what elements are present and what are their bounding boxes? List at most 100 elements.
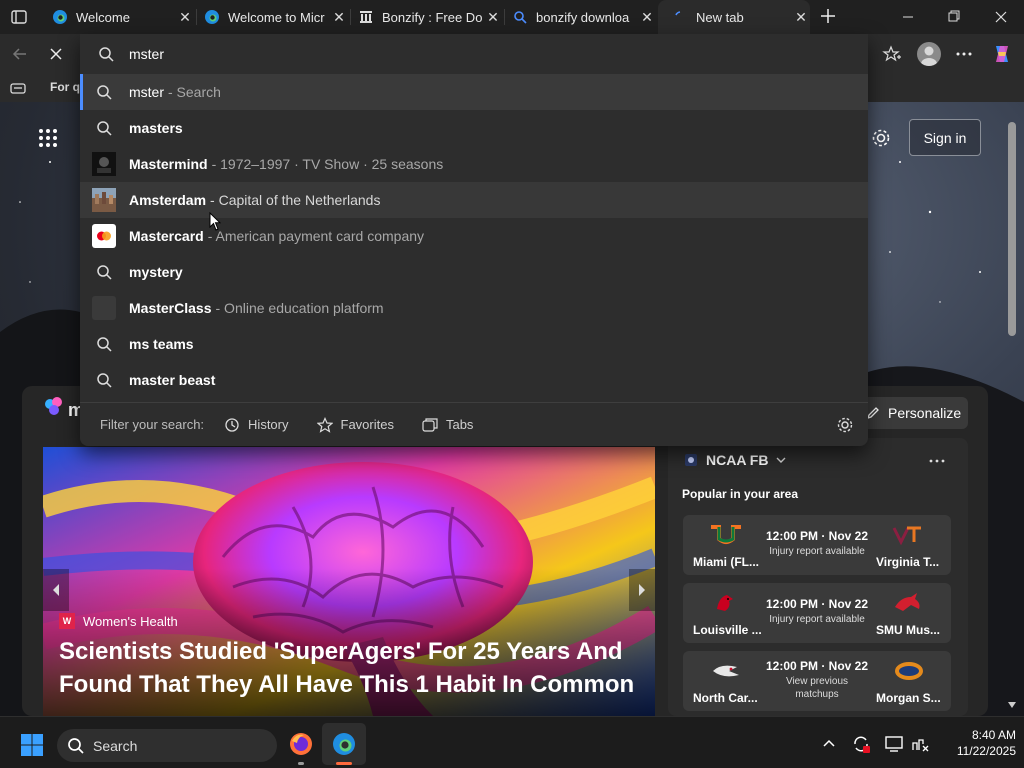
filter-tabs-label: Tabs xyxy=(445,417,474,432)
mouse-cursor-icon xyxy=(209,212,221,232)
edge-active-indicator xyxy=(336,762,352,765)
profile-avatar[interactable] xyxy=(917,42,941,66)
sports-more-icon[interactable] xyxy=(928,456,946,466)
hero-article[interactable]: W Women's Health Scientists Studied 'Sup… xyxy=(43,447,655,716)
suggestion-item[interactable]: masters xyxy=(80,110,868,146)
suggestion-sub: - Search xyxy=(168,84,221,100)
apps-launcher-icon[interactable] xyxy=(38,128,58,148)
league-header[interactable]: NCAA FB xyxy=(684,452,786,468)
suggestion-item[interactable]: mystery xyxy=(80,254,868,290)
womens-health-logo: W xyxy=(59,613,75,629)
taskbar-search-label: Search xyxy=(93,737,138,754)
page-settings-icon[interactable] xyxy=(870,127,892,149)
tab-strip: Welcome ✕ Welcome to Micr ✕ Bonzify : Fr… xyxy=(0,0,1024,34)
sign-in-button[interactable]: Sign in xyxy=(909,119,981,156)
filter-favorites[interactable]: Favorites xyxy=(316,416,394,433)
tab-bonzify-download[interactable]: bonzify downloa ✕ xyxy=(506,0,656,34)
favorites-bar-item[interactable]: For q xyxy=(50,80,80,94)
tab-welcome[interactable]: Welcome ✕ xyxy=(44,0,194,34)
tab-new-tab[interactable]: New tab ✕ xyxy=(658,0,810,34)
search-icon xyxy=(67,737,85,755)
taskbar-search-box[interactable]: Search xyxy=(57,729,277,762)
morgan-state-logo xyxy=(893,659,925,683)
copilot-icon[interactable] xyxy=(990,42,1014,66)
home-team: Louisville ... xyxy=(693,623,762,637)
carousel-prev-button[interactable] xyxy=(43,569,69,611)
away-team: Morgan S... xyxy=(876,691,941,705)
close-tab-icon[interactable]: ✕ xyxy=(638,8,656,26)
filter-history[interactable]: History xyxy=(224,417,289,433)
page-scrollbar[interactable] xyxy=(1008,122,1016,336)
close-tab-icon[interactable]: ✕ xyxy=(330,8,348,26)
amsterdam-thumbnail xyxy=(92,188,116,212)
mastermind-thumbnail xyxy=(92,152,116,176)
close-tab-icon[interactable]: ✕ xyxy=(176,8,194,26)
back-icon[interactable] xyxy=(10,44,30,64)
hero-headline[interactable]: Scientists Studied 'SuperAgers' For 25 Y… xyxy=(59,635,639,701)
game-time: 12:00 PM · Nov 22 xyxy=(765,659,869,673)
suggestion-item[interactable]: Mastermind - 1972–1997 · TV Show · 25 se… xyxy=(80,146,868,182)
suggestion-item[interactable]: master beast xyxy=(80,362,868,398)
suggestion-item[interactable]: Mastercard - American payment card compa… xyxy=(80,218,868,254)
football-icon xyxy=(684,453,698,467)
suggestion-item[interactable]: ms teams xyxy=(80,326,868,362)
game-time: 12:00 PM · Nov 22 xyxy=(765,529,869,543)
virginia-tech-logo xyxy=(891,525,925,545)
address-bar[interactable]: mster xyxy=(80,34,868,74)
search-icon xyxy=(92,260,116,284)
masterclass-thumbnail xyxy=(92,296,116,320)
favorites-star-icon[interactable] xyxy=(882,44,902,64)
filter-tabs[interactable]: Tabs xyxy=(422,417,473,433)
restore-button[interactable] xyxy=(942,8,966,26)
tablet-icon[interactable] xyxy=(10,80,26,96)
suggestion-item[interactable]: Amsterdam - Capital of the Netherlands xyxy=(80,182,868,218)
louisville-logo xyxy=(713,591,739,615)
home-team: North Car... xyxy=(693,691,758,705)
north-carolina-logo xyxy=(711,661,741,681)
suggestion-main: mster xyxy=(129,84,164,100)
stop-loading-icon[interactable] xyxy=(46,44,66,64)
scroll-down-icon[interactable] xyxy=(1006,700,1018,710)
tab-title: Welcome xyxy=(76,9,130,25)
tab-bonzify-free[interactable]: Bonzify : Free Do ✕ xyxy=(352,0,502,34)
search-icon xyxy=(92,116,116,140)
suggestion-main: mystery xyxy=(129,264,183,280)
show-hidden-icons-chevron[interactable] xyxy=(822,738,836,748)
start-button[interactable] xyxy=(20,733,44,757)
more-options-icon[interactable] xyxy=(954,44,974,64)
firefox-icon[interactable] xyxy=(288,731,314,757)
suggestion-main: masters xyxy=(129,120,183,136)
address-input[interactable]: mster xyxy=(129,46,164,62)
close-window-button[interactable] xyxy=(989,8,1013,26)
new-tab-button[interactable] xyxy=(818,6,838,26)
close-tab-icon[interactable]: ✕ xyxy=(792,8,810,26)
suggestion-main: ms teams xyxy=(129,336,194,352)
personalize-button[interactable]: Personalize xyxy=(858,397,968,429)
msn-logo: m xyxy=(44,396,84,422)
tab-actions-icon[interactable] xyxy=(10,8,28,26)
network-disconnected-icon[interactable] xyxy=(910,734,930,754)
search-icon xyxy=(92,80,116,104)
game-card[interactable]: North Car... 12:00 PM · Nov 22 View prev… xyxy=(683,651,951,711)
smu-logo xyxy=(891,591,925,615)
home-team: Miami (FL... xyxy=(693,555,759,569)
carousel-next-button[interactable] xyxy=(629,569,655,611)
clock[interactable]: 8:40 AM 11/22/2025 xyxy=(936,727,1016,759)
close-tab-icon[interactable]: ✕ xyxy=(484,8,502,26)
display-icon[interactable] xyxy=(884,734,904,754)
source-badge: W Women's Health xyxy=(59,613,178,629)
filter-favorites-label: Favorites xyxy=(340,417,394,432)
suggestion-item[interactable]: MasterClass - Online education platform xyxy=(80,290,868,326)
suggestion-item[interactable]: mster - Search xyxy=(80,74,868,110)
game-card[interactable]: Miami (FL... 12:00 PM · Nov 22 Injury re… xyxy=(683,515,951,575)
game-card[interactable]: Louisville ... 12:00 PM · Nov 22 Injury … xyxy=(683,583,951,643)
sign-in-label: Sign in xyxy=(923,129,967,146)
sync-alert-icon[interactable] xyxy=(851,734,871,754)
edge-taskbar-button[interactable] xyxy=(322,723,366,765)
suggestion-main: Mastercard xyxy=(129,228,204,244)
tab-welcome-to-microsoft[interactable]: Welcome to Micr ✕ xyxy=(198,0,348,34)
suggestion-sub: - American payment card company xyxy=(207,228,425,244)
archive-icon xyxy=(358,9,374,25)
search-settings-icon[interactable] xyxy=(836,416,854,434)
minimize-button[interactable] xyxy=(896,8,920,26)
